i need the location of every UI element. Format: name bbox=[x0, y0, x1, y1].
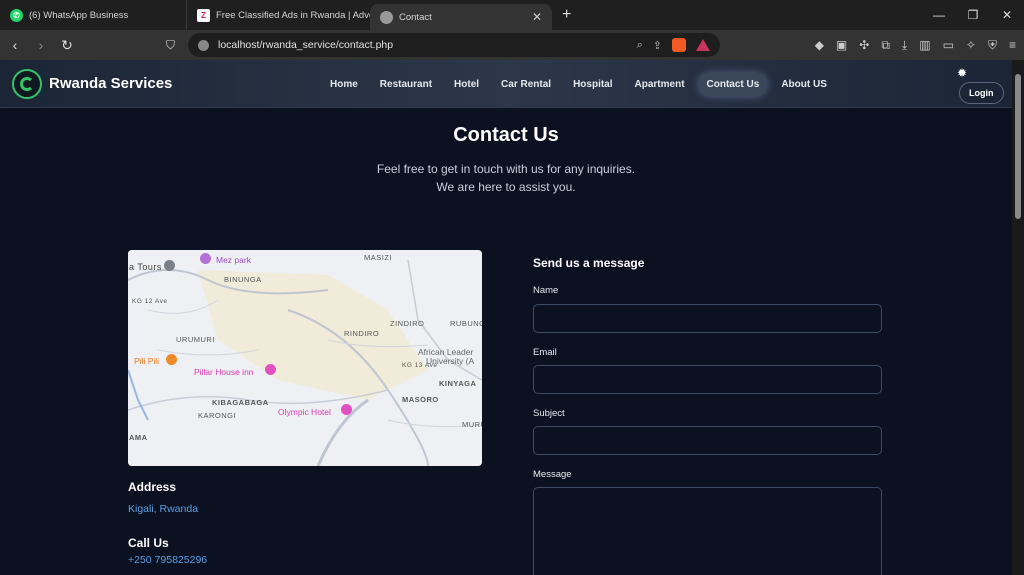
address-heading: Address bbox=[128, 480, 177, 494]
address-value: Kigali, Rwanda bbox=[128, 503, 199, 515]
map-label: MURU bbox=[462, 420, 482, 429]
browser-toolbar: ‹ › ↻ ⛉ localhost/rwanda_service/contact… bbox=[0, 30, 1024, 60]
tab-label: (6) WhatsApp Business bbox=[29, 9, 129, 21]
logo-icon[interactable] bbox=[12, 69, 42, 99]
wallet-icon[interactable]: ▭ bbox=[943, 38, 954, 53]
back-icon[interactable]: ‹ bbox=[4, 37, 26, 53]
map-label: KG 12 Ave bbox=[132, 298, 168, 305]
map-label: RINDIRO bbox=[344, 329, 380, 338]
reload-icon[interactable]: ↻ bbox=[56, 37, 78, 54]
nav-apartment[interactable]: Apartment bbox=[627, 73, 693, 96]
sidebar-icon[interactable]: ▥ bbox=[919, 38, 930, 53]
browser-tab-bar: ✆ (6) WhatsApp Business Z Free Classifie… bbox=[0, 0, 1024, 30]
map-label: a Tours bbox=[129, 262, 162, 272]
map-label: MASIZI bbox=[364, 253, 393, 262]
login-button[interactable]: Login bbox=[959, 82, 1004, 104]
tab-contact[interactable]: Contact ✕ bbox=[370, 4, 552, 30]
globe-icon bbox=[380, 10, 393, 24]
brave-rewards-icon[interactable] bbox=[696, 39, 710, 51]
site-navbar: Rwanda Services Home Restaurant Hotel Ca… bbox=[0, 60, 1012, 108]
tab-classified-ads[interactable]: Z Free Classified Ads in Rwanda | Adve bbox=[186, 0, 370, 30]
close-window-icon[interactable]: ✕ bbox=[990, 0, 1024, 30]
map-label: Pillar House inn bbox=[194, 367, 254, 377]
map-label: KINYAGA bbox=[439, 379, 477, 388]
scrollbar-thumb[interactable] bbox=[1015, 74, 1021, 219]
map-pin-icon bbox=[341, 404, 352, 415]
menu-icon[interactable]: ≡ bbox=[1009, 38, 1016, 53]
message-field[interactable] bbox=[533, 487, 882, 575]
name-label: Name bbox=[533, 285, 559, 296]
tab-whatsapp[interactable]: ✆ (6) WhatsApp Business bbox=[0, 0, 186, 30]
z-logo-icon: Z bbox=[197, 8, 210, 22]
nav-car-rental[interactable]: Car Rental bbox=[493, 73, 559, 96]
call-heading: Call Us bbox=[128, 536, 169, 550]
nav-hotel[interactable]: Hotel bbox=[446, 73, 487, 96]
map-label: ZINDIRO bbox=[390, 319, 425, 328]
screenshot-icon[interactable]: ⧉ bbox=[881, 38, 890, 53]
forward-icon[interactable]: › bbox=[30, 37, 52, 53]
address-bar[interactable]: localhost/rwanda_service/contact.php ⌕ ⇪ bbox=[188, 33, 720, 57]
map-pin-icon bbox=[200, 253, 211, 264]
brand-name[interactable]: Rwanda Services bbox=[49, 75, 172, 92]
nav-contact-us[interactable]: Contact Us bbox=[698, 72, 768, 96]
new-tab-icon[interactable]: + bbox=[562, 6, 571, 24]
minimize-icon[interactable]: — bbox=[922, 0, 956, 30]
subject-field[interactable] bbox=[533, 426, 882, 455]
page-subtitle-line1: Feel free to get in touch with us for an… bbox=[376, 162, 636, 176]
leo-ai-icon[interactable]: ✧ bbox=[966, 38, 976, 53]
nav-about-us[interactable]: About US bbox=[773, 73, 835, 96]
window-controls: — ❐ ✕ bbox=[922, 0, 1024, 30]
map-label: RUBUNGO bbox=[450, 319, 482, 328]
message-label: Message bbox=[533, 469, 572, 480]
map-label: AMA bbox=[129, 433, 148, 442]
close-tab-icon[interactable]: ✕ bbox=[532, 10, 542, 24]
page-content: Rwanda Services Home Restaurant Hotel Ca… bbox=[0, 60, 1012, 575]
map-label: KIBAGABAGA bbox=[212, 398, 269, 407]
bookmark-icon[interactable]: ⛉ bbox=[166, 38, 175, 53]
nav-restaurant[interactable]: Restaurant bbox=[372, 73, 440, 96]
map-pin-icon bbox=[166, 354, 177, 365]
page-scrollbar[interactable] bbox=[1012, 60, 1024, 575]
map-pin-icon bbox=[164, 260, 175, 271]
page-subtitle-line2: We are here to assist you. bbox=[436, 180, 576, 194]
map-label: Olympic Hotel bbox=[278, 407, 331, 417]
map-label: Mez park bbox=[216, 255, 251, 265]
zoom-icon[interactable]: ⌕ bbox=[637, 39, 643, 52]
map-pin-icon bbox=[265, 364, 276, 375]
puzzle-icon[interactable]: ✣ bbox=[859, 38, 869, 53]
nav-menu: Home Restaurant Hotel Car Rental Hospita… bbox=[322, 60, 841, 108]
page-title: Contact Us bbox=[453, 124, 559, 146]
tab-label: Contact bbox=[399, 11, 432, 23]
site-info-icon[interactable] bbox=[198, 39, 209, 51]
map-label: KG 13 Ave bbox=[402, 362, 438, 369]
subject-label: Subject bbox=[533, 408, 565, 419]
whatsapp-icon: ✆ bbox=[10, 8, 23, 22]
map-label: Pili Pili bbox=[134, 356, 160, 366]
map-label: MASORO bbox=[402, 395, 439, 404]
map-label: BINUNGA bbox=[224, 275, 262, 284]
email-field[interactable] bbox=[533, 365, 882, 394]
theme-toggle-icon[interactable]: ✹ bbox=[957, 66, 967, 80]
location-map[interactable]: a Tours Mez park BINUNGA MASIZI KG 12 Av… bbox=[128, 250, 482, 466]
nav-home[interactable]: Home bbox=[322, 73, 366, 96]
extension-icon[interactable]: ▣ bbox=[836, 38, 847, 53]
extension-toolbar: ◆ ▣ ✣ ⧉ ⤓ ▥ ▭ ✧ ⛨ ≡ bbox=[815, 38, 1016, 53]
map-label: URUMURI bbox=[176, 335, 215, 344]
restore-icon[interactable]: ❐ bbox=[956, 0, 990, 30]
tab-label: Free Classified Ads in Rwanda | Adve bbox=[216, 9, 370, 21]
email-label: Email bbox=[533, 347, 557, 358]
vpn-icon[interactable]: ⛨ bbox=[988, 38, 997, 53]
phone-link[interactable]: +250 795825296 bbox=[128, 554, 207, 566]
extension-icon[interactable]: ◆ bbox=[815, 38, 824, 53]
download-icon[interactable]: ⤓ bbox=[902, 38, 907, 53]
brave-shields-icon[interactable] bbox=[672, 38, 686, 52]
map-label: KARONGI bbox=[198, 411, 237, 420]
form-heading: Send us a message bbox=[533, 256, 645, 270]
url-text[interactable]: localhost/rwanda_service/contact.php bbox=[218, 39, 393, 51]
share-icon[interactable]: ⇪ bbox=[653, 39, 662, 52]
nav-hospital[interactable]: Hospital bbox=[565, 73, 620, 96]
name-field[interactable] bbox=[533, 304, 882, 333]
